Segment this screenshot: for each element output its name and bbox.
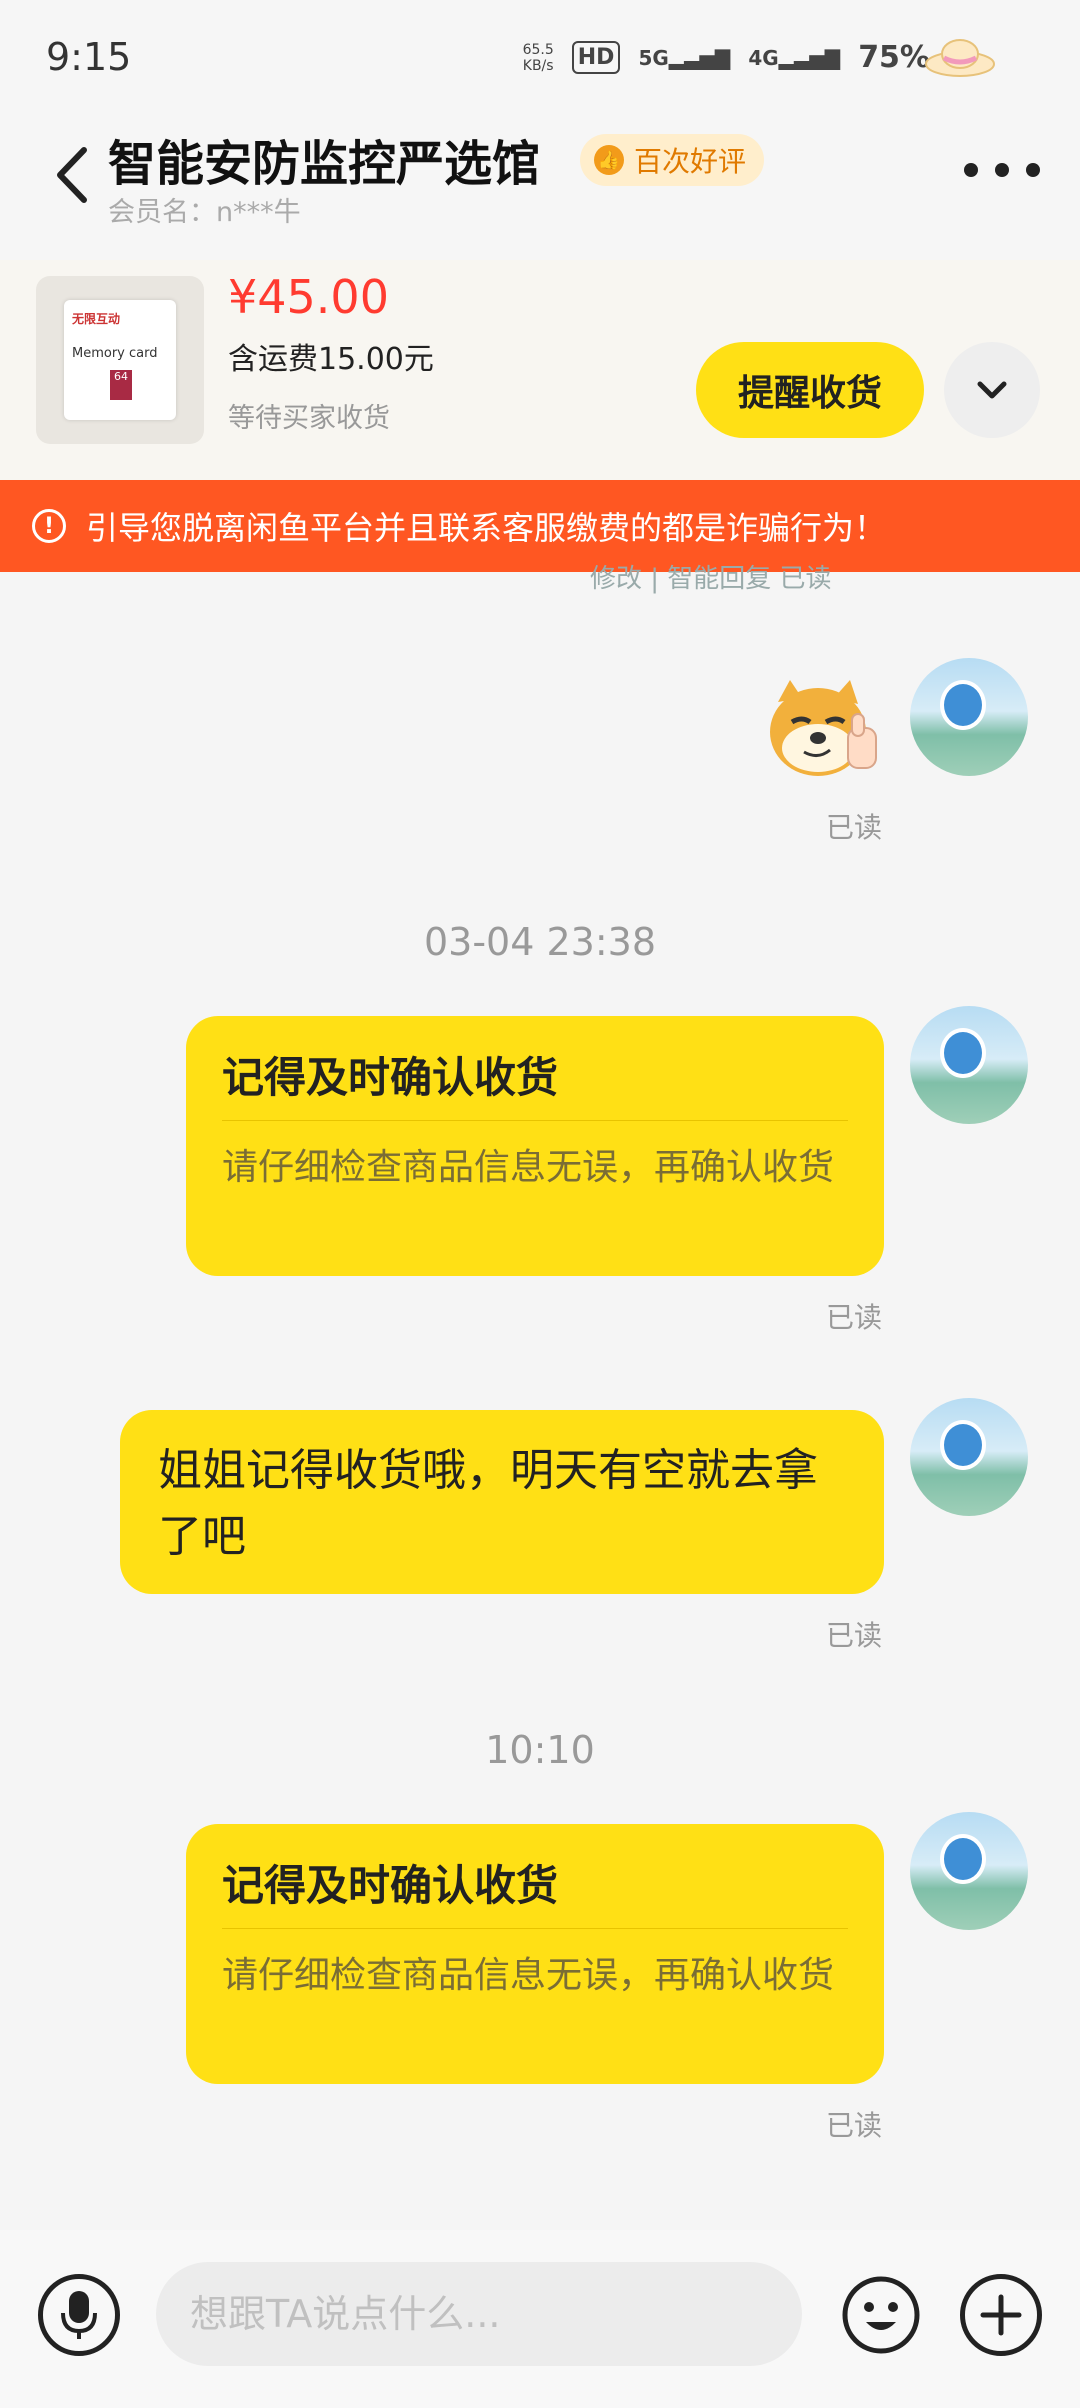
net-speed: 65.5 KB/s	[522, 41, 554, 74]
read-status: 已读	[826, 811, 883, 844]
hat-icon	[925, 39, 995, 77]
card-description: 请仔细检查商品信息无误，再确认收货	[222, 1147, 835, 1188]
emoji-icon[interactable]	[840, 2274, 922, 2356]
order-status: 等待买家收货	[228, 403, 390, 434]
product-image[interactable]: 无限互动 Memory card 64	[36, 276, 204, 444]
chevron-down-icon[interactable]	[944, 342, 1040, 438]
review-badge[interactable]: 👍 百次好评	[580, 134, 765, 186]
confirm-receipt-card[interactable]: 记得及时确认收货 请仔细检查商品信息无误，再确认收货	[186, 1016, 884, 1276]
shipping-info: 含运费15.00元	[228, 342, 434, 377]
more-options-icon[interactable]	[964, 150, 1040, 190]
message-text: 姐姐记得收货哦，明天有空就去拿了吧	[158, 1445, 818, 1562]
warning-icon: !	[32, 509, 66, 543]
timestamp: 10:10	[485, 1728, 595, 1772]
fraud-warning-banner: ! 引导您脱离闲鱼平台并且联系客服缴费的都是诈骗行为！	[0, 480, 1080, 572]
back-arrow-icon[interactable]	[44, 140, 104, 210]
thumbs-up-icon: 👍	[594, 145, 624, 175]
status-icons: 65.5 KB/s HD 5G▂▃▅▇ 4G▂▃▅▇ 75%	[523, 40, 930, 75]
signal-4g-icon: 4G▂▃▅▇	[748, 45, 841, 70]
status-time: 9:15	[46, 35, 132, 79]
avatar[interactable]	[910, 658, 1028, 776]
battery-level: 75%	[858, 40, 930, 75]
card-title: 记得及时确认收货	[222, 1861, 559, 1910]
product-price: ¥45.00	[228, 270, 389, 324]
avatar[interactable]	[910, 1398, 1028, 1516]
read-status: 已读	[826, 1301, 883, 1334]
warning-text: 引导您脱离闲鱼平台并且联系客服缴费的都是诈骗行为！	[86, 509, 887, 547]
card-title: 记得及时确认收货	[222, 1053, 559, 1102]
card-description: 请仔细检查商品信息无误，再确认收货	[222, 1955, 835, 1996]
read-status: 已读	[826, 2109, 883, 2142]
doge-thumbs-up-sticker[interactable]	[764, 676, 882, 784]
divider	[222, 1120, 848, 1121]
member-name: 会员名：n***牛	[108, 197, 301, 228]
avatar[interactable]	[910, 1812, 1028, 1930]
previous-message-footer: 修改 | 智能回复 已读	[590, 564, 832, 594]
hd-icon: HD	[571, 41, 621, 74]
timestamp: 03-04 23:38	[423, 920, 656, 964]
shop-name[interactable]: 智能安防监控严选馆	[108, 124, 540, 194]
message-input[interactable]	[156, 2262, 802, 2366]
microphone-icon[interactable]	[38, 2274, 120, 2356]
read-status: 已读	[826, 1619, 883, 1652]
memory-card-package: 无限互动 Memory card 64	[64, 300, 176, 420]
remind-receive-button[interactable]: 提醒收货	[696, 342, 924, 438]
confirm-receipt-card[interactable]: 记得及时确认收货 请仔细检查商品信息无误，再确认收货	[186, 1824, 884, 2084]
divider	[222, 1928, 848, 1929]
avatar[interactable]	[910, 1006, 1028, 1124]
signal-5g-icon: 5G▂▃▅▇	[638, 45, 731, 70]
plus-icon[interactable]	[960, 2274, 1042, 2356]
text-message[interactable]: 姐姐记得收货哦，明天有空就去拿了吧	[120, 1410, 884, 1594]
